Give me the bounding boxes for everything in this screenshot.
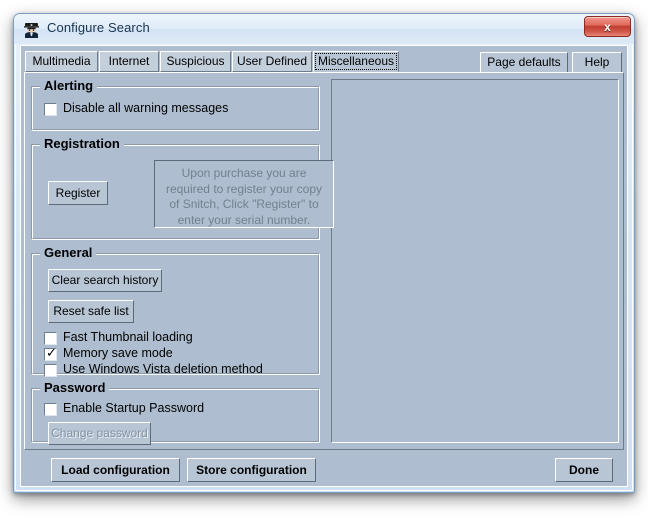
done-button[interactable]: Done bbox=[555, 458, 613, 482]
group-registration-title: Registration bbox=[40, 136, 124, 151]
tab-page-miscellaneous: Alerting Disable all warning messages Re… bbox=[24, 72, 624, 450]
checkbox-box bbox=[44, 103, 57, 116]
store-configuration-button[interactable]: Store configuration bbox=[187, 458, 316, 482]
reset-safe-list-button[interactable]: Reset safe list bbox=[48, 300, 134, 323]
checkbox-box bbox=[44, 364, 57, 377]
client-inner: Multimedia Internet Suspicious User Defined… bbox=[21, 46, 627, 486]
group-alerting: Alerting Disable all warning messages bbox=[31, 78, 320, 131]
help-button[interactable]: Help bbox=[572, 52, 622, 73]
registration-info-textbox: Upon purchase you are required to regist… bbox=[154, 160, 334, 228]
client-area: Multimedia Internet Suspicious User Defined… bbox=[20, 45, 628, 487]
register-button[interactable]: Register bbox=[48, 181, 108, 205]
checkbox-box bbox=[44, 332, 57, 345]
tab-internet[interactable]: Internet bbox=[99, 51, 159, 72]
window-title: Configure Search bbox=[47, 20, 150, 35]
checkbox-label: Memory save mode bbox=[63, 346, 173, 360]
empty-right-panel bbox=[331, 79, 619, 443]
checkbox-box bbox=[44, 403, 57, 416]
checkbox-box: ✓ bbox=[44, 346, 57, 361]
page-defaults-button[interactable]: Page defaults bbox=[480, 52, 568, 73]
checkbox-label: Enable Startup Password bbox=[63, 401, 205, 415]
group-password: Password Enable Startup Password Change … bbox=[31, 380, 320, 445]
change-password-button[interactable]: Change password bbox=[48, 422, 151, 445]
tab-miscellaneous[interactable]: Miscellaneous bbox=[313, 51, 399, 72]
tab-user-defined[interactable]: User Defined bbox=[232, 51, 312, 72]
police-officer-icon bbox=[24, 23, 39, 38]
close-button[interactable]: x bbox=[584, 16, 631, 37]
configure-search-window: Configure Search x Multimedia Internet Sus… bbox=[13, 13, 635, 493]
group-password-title: Password bbox=[40, 380, 110, 395]
tab-suspicious[interactable]: Suspicious bbox=[160, 51, 231, 72]
group-alerting-title: Alerting bbox=[40, 78, 98, 93]
tab-multimedia[interactable]: Multimedia bbox=[25, 51, 98, 72]
title-bar[interactable]: Configure Search x bbox=[14, 14, 634, 44]
group-general-title: General bbox=[40, 245, 97, 260]
clear-search-history-button[interactable]: Clear search history bbox=[48, 269, 162, 292]
group-general: General Clear search history Reset safe … bbox=[31, 245, 320, 377]
checkbox-label: Use Windows Vista deletion method bbox=[63, 362, 263, 376]
group-registration: Registration Register Upon purchase you … bbox=[31, 136, 334, 240]
checkbox-label: Fast Thumbnail loading bbox=[63, 330, 193, 344]
checkbox-label: Disable all warning messages bbox=[63, 101, 229, 115]
load-configuration-button[interactable]: Load configuration bbox=[51, 458, 180, 482]
footer-bar: Load configuration Store configuration D… bbox=[24, 454, 624, 484]
